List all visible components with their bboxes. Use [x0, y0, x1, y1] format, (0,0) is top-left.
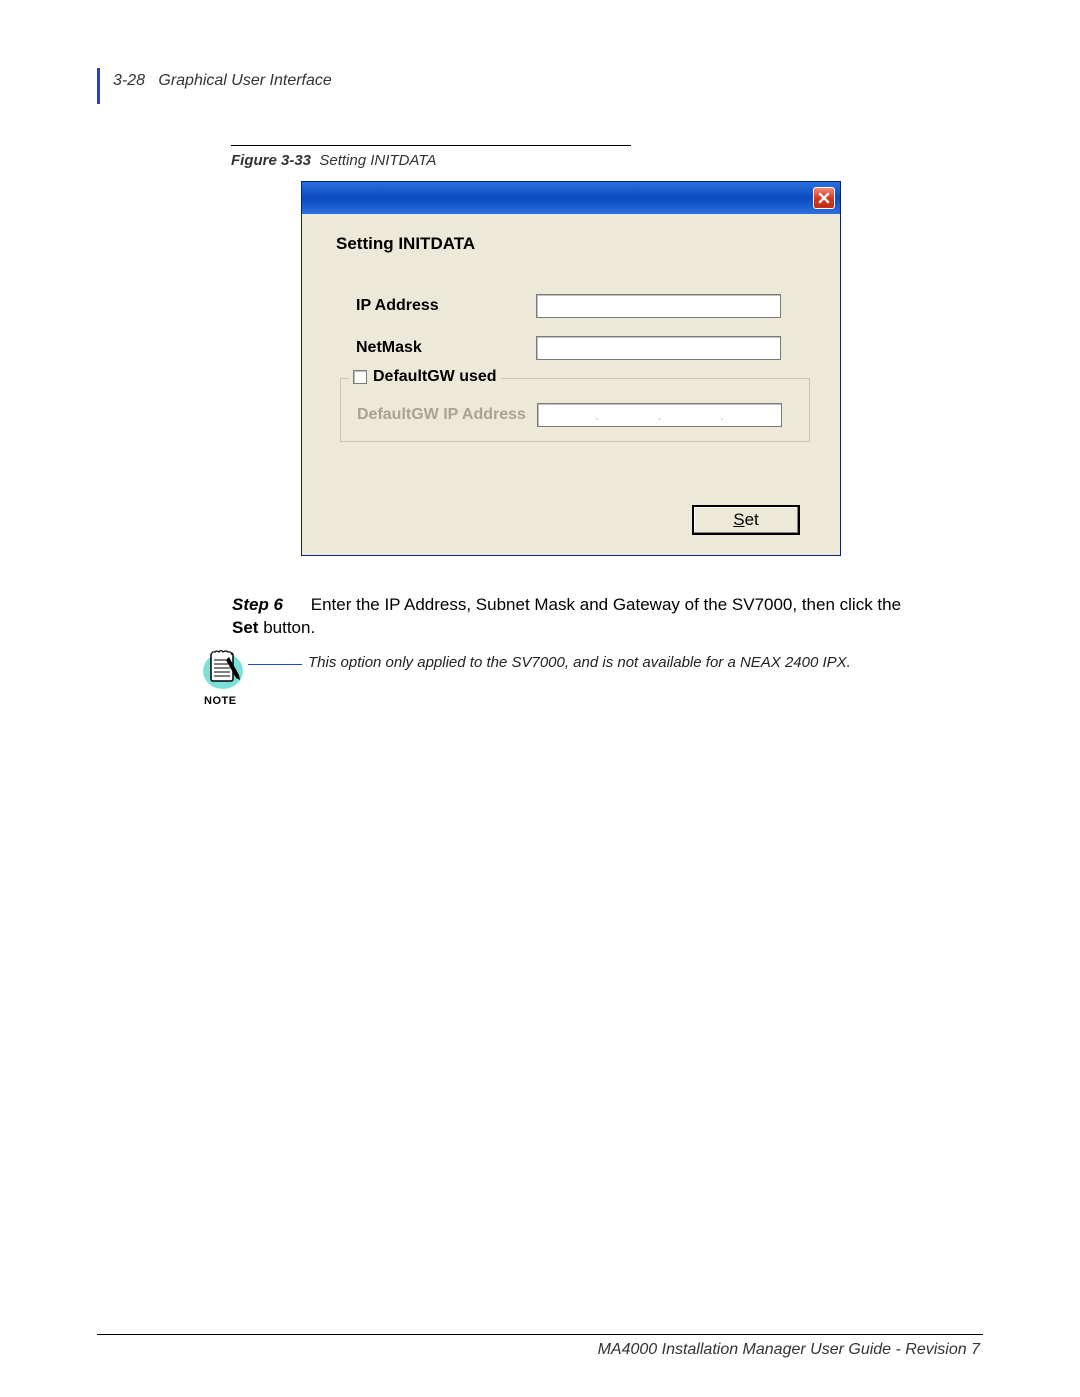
set-button-rest: et	[745, 510, 759, 530]
dialog-body: Setting INITDATA IP Address NetMask Defa…	[302, 214, 840, 555]
close-icon	[818, 192, 830, 204]
figure-label: Figure 3-33	[231, 152, 311, 169]
page-header: 3-28 Graphical User Interface	[113, 72, 332, 90]
note-text: This option only applied to the SV7000, …	[308, 654, 908, 671]
step-text-part2: button.	[258, 618, 315, 637]
ip-address-row: IP Address	[356, 294, 810, 318]
notepad-icon	[201, 645, 245, 695]
defaultgw-legend: DefaultGW used	[349, 368, 501, 386]
close-button[interactable]	[813, 187, 835, 209]
defaultgw-ip-row: DefaultGW IP Address . . .	[357, 403, 793, 427]
figure-caption: Figure 3-33 Setting INITDATA	[231, 152, 436, 169]
initdata-dialog: Setting INITDATA IP Address NetMask Defa…	[301, 181, 841, 556]
defaultgw-checkbox[interactable]	[353, 370, 367, 384]
step-label: Step 6	[232, 594, 306, 617]
figure-title: Setting INITDATA	[319, 152, 436, 169]
ip-address-input[interactable]	[536, 294, 781, 318]
dialog-titlebar[interactable]	[302, 182, 840, 214]
netmask-row: NetMask	[356, 336, 810, 360]
dialog-heading: Setting INITDATA	[336, 234, 810, 254]
step-text: Enter the IP Address, Subnet Mask and Ga…	[232, 595, 901, 637]
netmask-input[interactable]	[536, 336, 781, 360]
footer-text: MA4000 Installation Manager User Guide -…	[598, 1341, 980, 1359]
section-title: Graphical User Interface	[158, 72, 331, 89]
page-number: 3-28	[113, 72, 145, 89]
note-connector-line	[248, 664, 302, 665]
defaultgw-fieldset: DefaultGW used DefaultGW IP Address . . …	[340, 378, 810, 442]
defaultgw-ip-input[interactable]: . . .	[537, 403, 782, 427]
set-button-mnemonic: S	[733, 510, 744, 530]
netmask-label: NetMask	[356, 339, 536, 357]
defaultgw-checkbox-label: DefaultGW used	[373, 368, 497, 386]
footer-rule	[97, 1334, 983, 1335]
step-6-block: Step 6 Enter the IP Address, Subnet Mask…	[232, 594, 912, 640]
step-text-bold: Set	[232, 618, 258, 637]
note-icon-wrap	[201, 645, 245, 695]
ip-address-label: IP Address	[356, 297, 536, 315]
note-label: NOTE	[204, 695, 237, 707]
defaultgw-ip-label: DefaultGW IP Address	[357, 406, 537, 424]
figure-top-rule	[231, 145, 631, 146]
header-accent-rule	[97, 68, 100, 104]
step-text-part1: Enter the IP Address, Subnet Mask and Ga…	[311, 595, 901, 614]
set-button[interactable]: Set	[692, 505, 800, 535]
